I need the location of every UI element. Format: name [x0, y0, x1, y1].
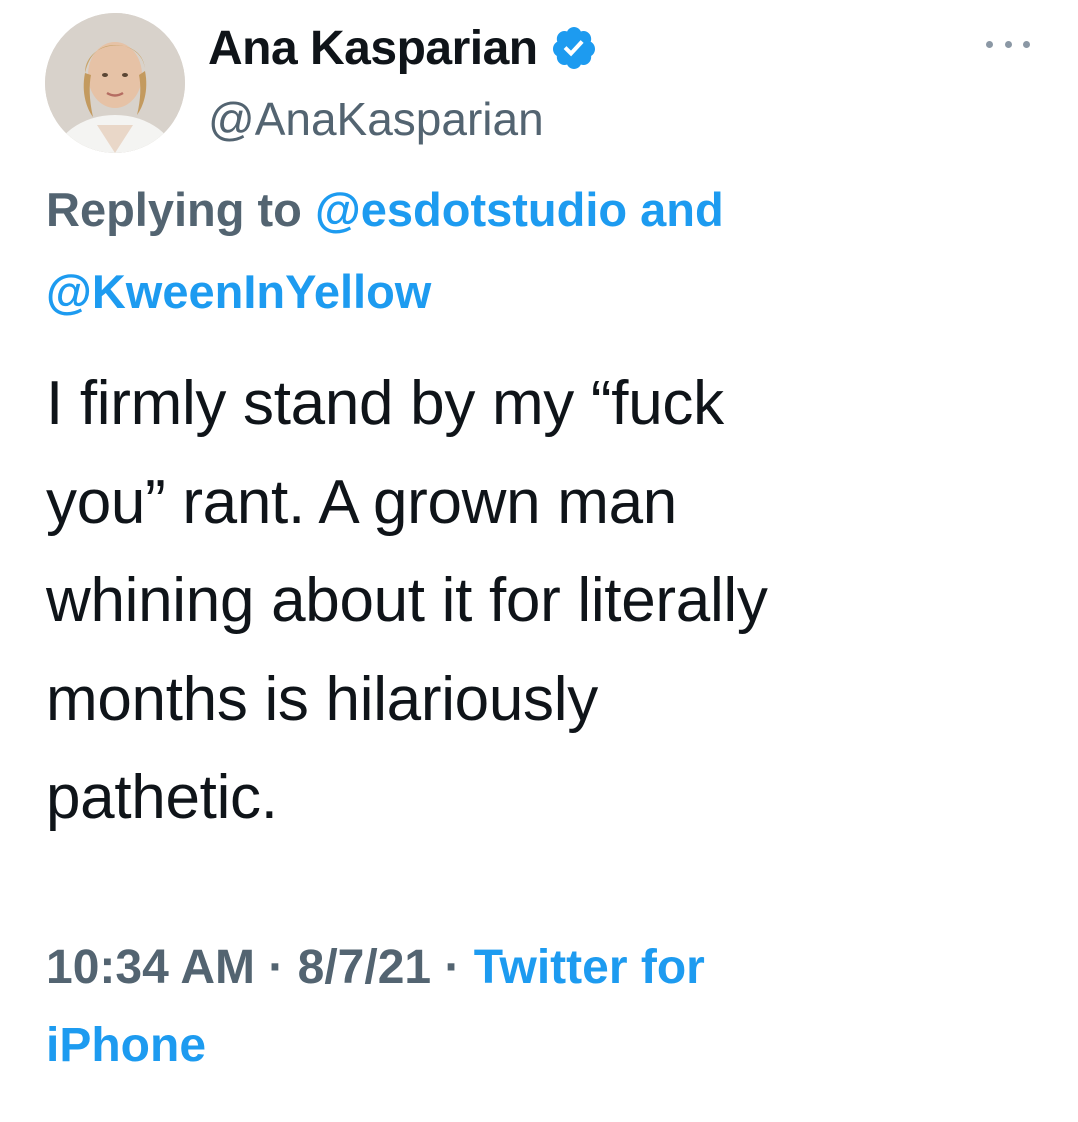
tweet: Ana Kasparian @AnaKasparian Replying to … — [0, 0, 1078, 1122]
tweet-text-line: whining about it for literally — [46, 566, 768, 635]
tweet-date[interactable]: 8/7/21 — [298, 941, 431, 994]
tweet-metadata-continued: iPhone — [46, 1016, 1046, 1076]
tweet-text-line: I firmly stand by my “fuck — [46, 369, 724, 438]
avatar[interactable] — [45, 13, 185, 153]
tweet-text-line: pathetic. — [46, 763, 278, 832]
tweet-metadata: 10:34 AM · 8/7/21 · Twitter for — [46, 938, 1046, 998]
meta-separator: · — [431, 941, 474, 994]
verified-badge-icon — [550, 24, 598, 72]
tweet-text-line: months is hilariously — [46, 664, 598, 734]
display-name-row: Ana Kasparian — [208, 18, 598, 78]
mention-conjunction: and — [640, 183, 724, 236]
mention-kweeninyellow[interactable]: @KweenInYellow — [46, 265, 431, 318]
handle[interactable]: @AnaKasparian — [208, 92, 544, 146]
tweet-text-line: you” rant. A grown man — [46, 467, 677, 537]
more-dots-icon — [986, 40, 993, 48]
replying-to: Replying to @esdotstudio and — [46, 180, 1046, 240]
display-name[interactable]: Ana Kasparian — [208, 21, 538, 76]
profile-photo-icon — [45, 13, 185, 153]
more-dots-icon — [1023, 40, 1030, 48]
replying-to-label: Replying to — [46, 183, 302, 236]
tweet-source-continued[interactable]: iPhone — [46, 1019, 206, 1072]
replying-to-continued: @KweenInYellow — [46, 262, 1046, 322]
tweet-text: I firmly stand by my “fuck you” rant. A … — [46, 355, 1036, 848]
mention-esdotstudio[interactable]: @esdotstudio — [315, 183, 627, 236]
meta-separator: · — [254, 941, 298, 994]
more-options-button[interactable] — [986, 34, 1030, 54]
more-dots-icon — [1004, 40, 1012, 48]
tweet-source[interactable]: Twitter for — [474, 941, 705, 994]
tweet-time[interactable]: 10:34 AM — [46, 941, 255, 994]
